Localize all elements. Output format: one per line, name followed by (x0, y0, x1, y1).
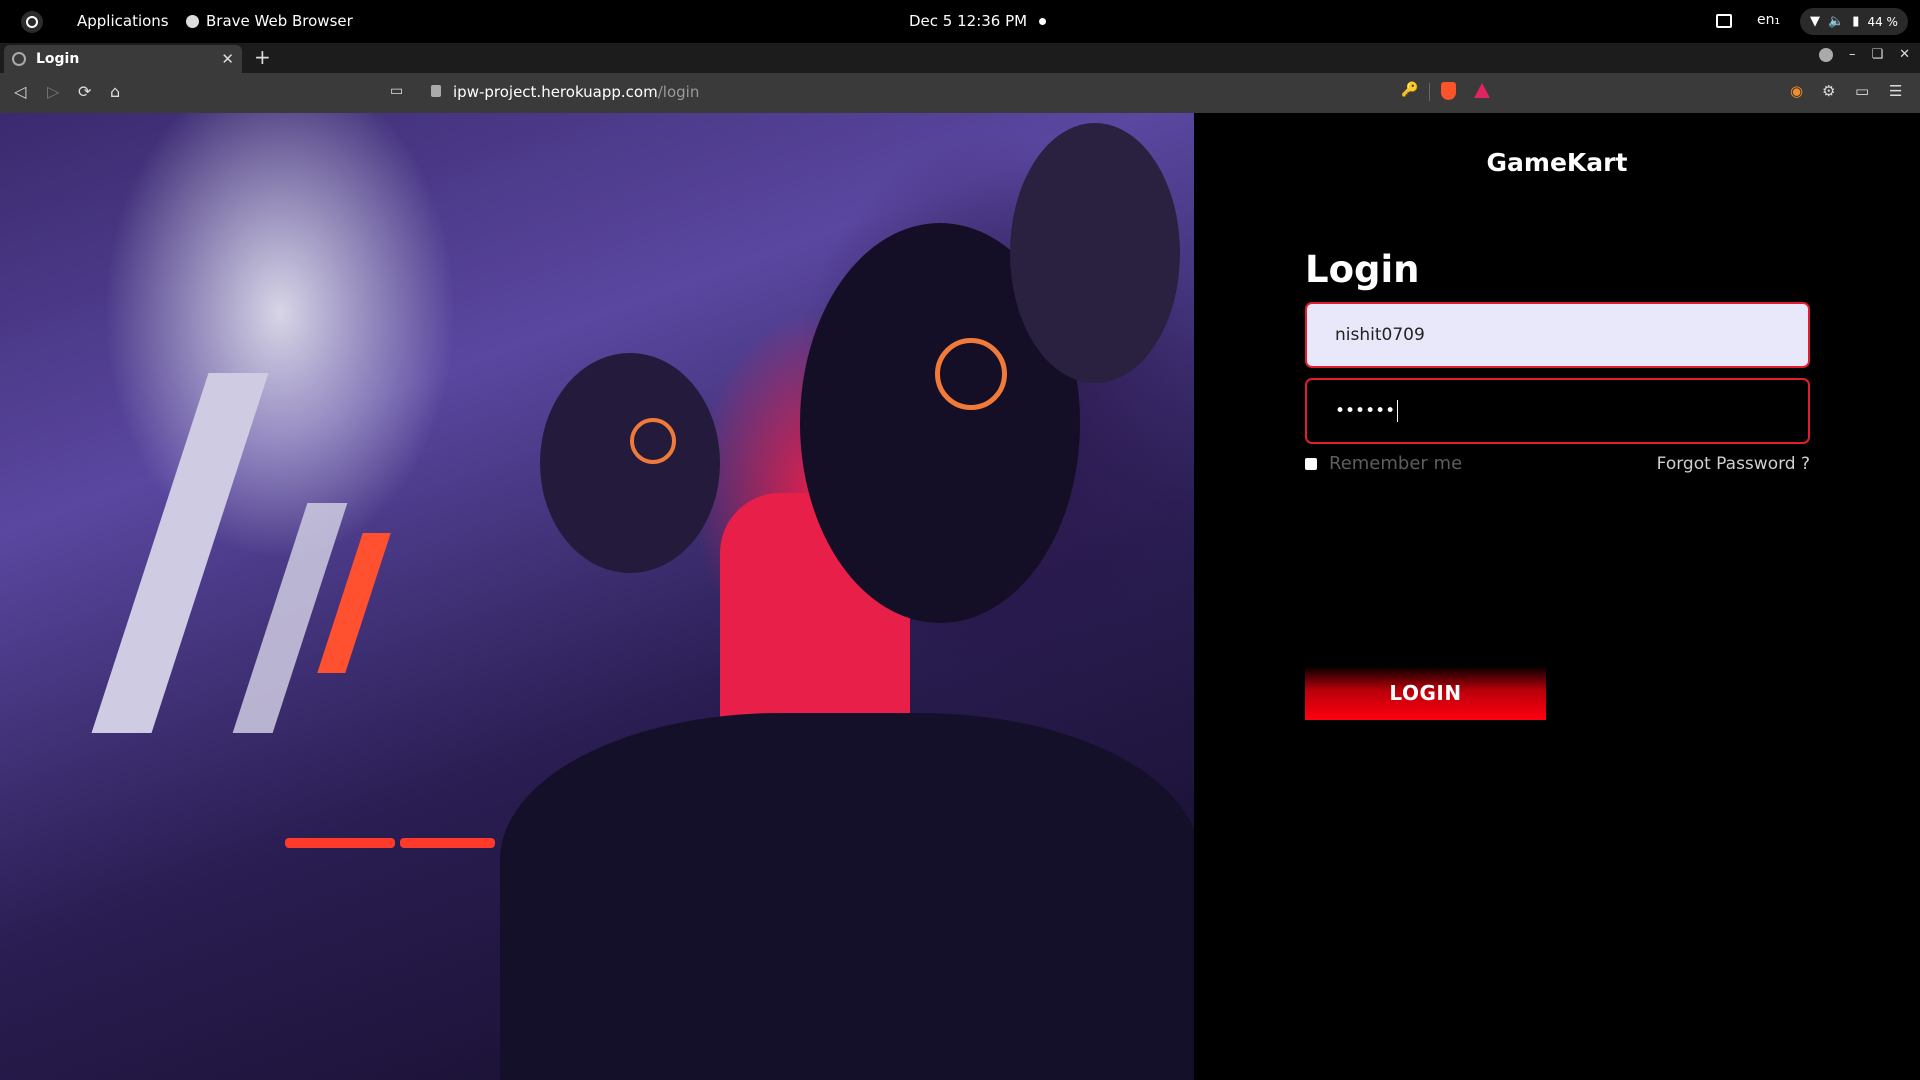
brave-app-icon (186, 14, 199, 28)
extensions-icon[interactable]: ⚙ (1822, 82, 1835, 100)
lock-icon[interactable] (431, 85, 441, 97)
forward-icon[interactable]: ▷ (47, 82, 59, 101)
url-host: ipw-project.herokuapp.com (453, 83, 658, 101)
page-title: Login (1305, 248, 1420, 291)
close-tab-icon[interactable]: ✕ (221, 50, 234, 68)
tab-strip: Login ✕ + – ❏ ✕ (0, 43, 1920, 73)
language-indicator[interactable]: en₁ (1757, 12, 1780, 28)
username-value: nishit0709 (1335, 325, 1425, 345)
tab-title: Login (36, 51, 80, 67)
system-tray[interactable]: ▼ 🔈 ▮ 44 % (1800, 8, 1908, 35)
metamask-icon[interactable]: ◉ (1790, 82, 1803, 100)
clock-label: Dec 5 12:36 PM (909, 12, 1028, 30)
foreground-arm (500, 713, 1194, 1080)
browser-toolbar: ◁ ▷ ⟳ ⌂ ▭ ipw-project.herokuapp.com/logi… (0, 73, 1920, 113)
password-value: •••••• (1335, 401, 1396, 421)
wallet-icon[interactable]: ▭ (1855, 82, 1869, 100)
battery-icon: ▮ (1852, 14, 1860, 29)
activities-icon[interactable] (21, 11, 43, 33)
hero-gaming-image (0, 113, 1194, 1080)
brave-shields-icon[interactable] (1441, 82, 1456, 100)
os-top-bar: Applications Brave Web Browser Dec 5 12:… (0, 0, 1920, 43)
page-content: GameKart Login nishit0709 •••••• Remembe… (0, 113, 1920, 1080)
headphone-left (630, 418, 676, 464)
maximize-icon[interactable]: ❏ (1871, 47, 1883, 62)
main-menu-icon[interactable]: ☰ (1889, 82, 1902, 100)
password-key-icon[interactable]: 🔑 (1401, 82, 1418, 98)
forgot-password-link[interactable]: Forgot Password ? (1657, 454, 1810, 474)
monitor-shape (91, 373, 269, 733)
tab-search-icon[interactable] (1818, 47, 1833, 62)
gamer-head (540, 353, 720, 573)
laptop-shape (232, 503, 348, 733)
clipboard-icon[interactable] (1716, 14, 1732, 28)
focused-app-label: Brave Web Browser (206, 12, 353, 30)
globe-icon (12, 52, 26, 66)
back-icon[interactable]: ◁ (14, 82, 26, 101)
applications-menu[interactable]: Applications (77, 12, 169, 30)
headphone-right (935, 338, 1007, 410)
standing-person (1010, 123, 1180, 383)
notification-dot-icon (1039, 17, 1047, 25)
text-caret (1397, 400, 1399, 422)
keyboard-light-2 (400, 838, 495, 848)
login-button[interactable]: LOGIN (1305, 666, 1546, 720)
keyboard-light-1 (285, 838, 395, 848)
focused-app-indicator[interactable]: Brave Web Browser (186, 12, 353, 30)
wifi-icon: ▼ (1810, 14, 1821, 29)
bookmark-icon[interactable]: ▭ (390, 83, 403, 99)
remember-me-checkbox[interactable] (1305, 457, 1317, 470)
url-path: /login (657, 83, 700, 101)
address-bar[interactable]: ipw-project.herokuapp.com/login (453, 83, 699, 101)
remember-me-label: Remember me (1329, 453, 1463, 474)
volume-icon: 🔈 (1828, 14, 1845, 29)
password-field[interactable]: •••••• (1305, 378, 1810, 444)
brave-rewards-icon[interactable] (1474, 83, 1490, 98)
minimize-icon[interactable]: – (1849, 47, 1856, 62)
close-window-icon[interactable]: ✕ (1899, 47, 1910, 62)
login-panel: GameKart Login nishit0709 •••••• Remembe… (1194, 113, 1920, 1080)
remember-me[interactable]: Remember me (1305, 453, 1462, 474)
username-field[interactable]: nishit0709 (1305, 302, 1810, 368)
brand-logo[interactable]: GameKart (1194, 148, 1920, 177)
window-controls: – ❏ ✕ (1818, 47, 1910, 62)
tab-login[interactable]: Login ✕ (4, 45, 242, 73)
toolbar-divider (1429, 83, 1430, 101)
clock[interactable]: Dec 5 12:36 PM (909, 12, 1047, 30)
home-icon[interactable]: ⌂ (110, 82, 120, 101)
battery-level: 44 % (1867, 14, 1898, 29)
reload-icon[interactable]: ⟳ (78, 82, 91, 101)
new-tab-icon[interactable]: + (254, 45, 271, 69)
